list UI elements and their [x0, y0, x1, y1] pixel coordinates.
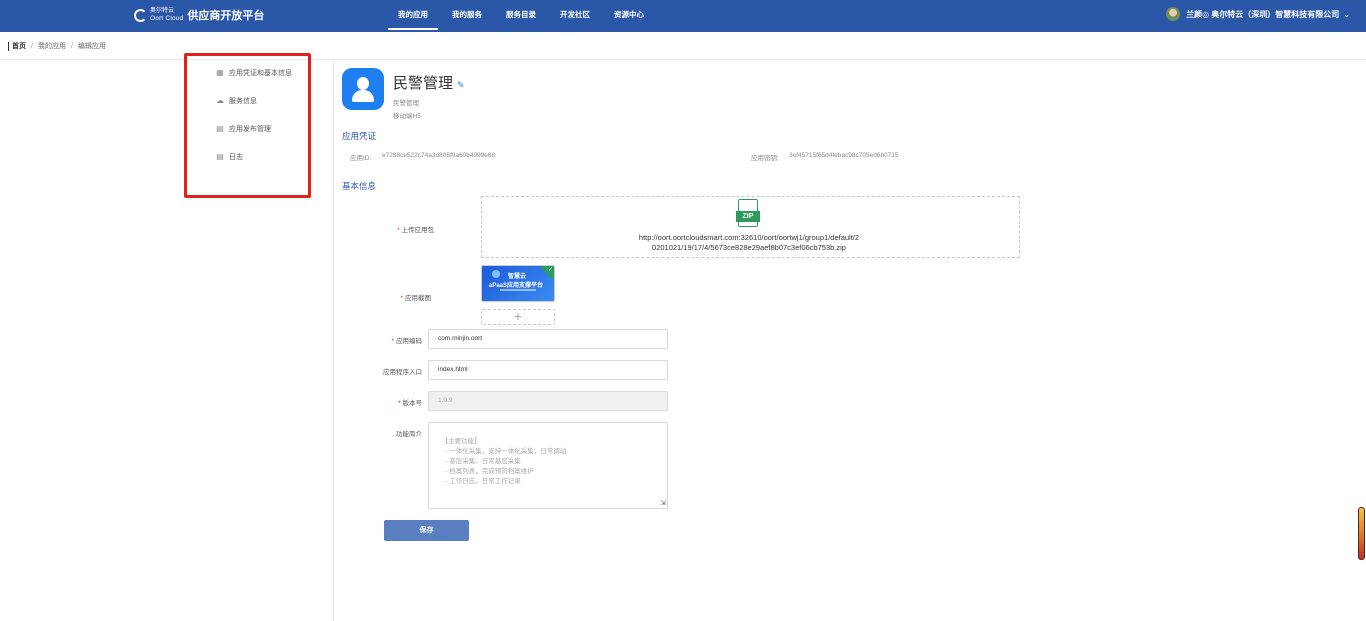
platform-title: 供应商开放平台: [187, 10, 265, 22]
app-secret-value: 3ef45715f65d4febac98c705ed6b0715: [789, 152, 899, 159]
breadcrumb-my-apps[interactable]: 我的应用: [38, 41, 66, 51]
nav-resource-center[interactable]: 资源中心: [604, 0, 654, 32]
version-label: * 版本号: [397, 400, 422, 407]
zip-label: ZIP: [736, 211, 760, 222]
package-url: http://oort.oortcloudsmart.com:32610/oor…: [638, 233, 860, 252]
intro-label: 功能简介: [396, 431, 422, 438]
breadcrumb-edit-app: 编辑应用: [77, 43, 106, 50]
code-label: * 应用编码: [391, 338, 422, 345]
screenshot-thumbnail[interactable]: 智慧云 aPaaS应用支撑平台 ✓: [481, 265, 555, 302]
zip-file-icon: ZIP: [736, 199, 760, 227]
main-nav: 我的应用 我的服务 服务目录 开发社区 资源中心: [388, 0, 658, 32]
edit-icon[interactable]: ✎: [457, 80, 465, 91]
app-name: 民警管理: [393, 75, 454, 92]
intro-textarea[interactable]: 【主要功能】 - 一体化采集，支持一体化采集，日常调动 - 基层采集，日常基层采…: [428, 422, 668, 509]
version-input: 1.0.9: [428, 391, 668, 411]
entry-label: 应用程序入口: [383, 369, 422, 376]
save-button[interactable]: 保存: [384, 520, 469, 541]
screenshot-title: 智慧云: [508, 274, 527, 280]
top-header: 奥尔特云 Oort Cloud 供应商开放平台 我的应用 我的服务 服务目录 开…: [0, 0, 1366, 32]
logo-cn-text: 奥尔特云: [150, 8, 175, 14]
section-title-basic: 基本信息: [342, 181, 377, 191]
nav-my-apps[interactable]: 我的应用: [388, 0, 438, 32]
user-menu[interactable]: 兰颜◎ 奥尔特云（深圳）智慧科技有限公司 ⌄: [1166, 7, 1350, 21]
section-title-credentials: 应用凭证: [342, 131, 377, 141]
screenshot-label: * 应用截图: [400, 295, 431, 302]
avatar: [1166, 7, 1181, 21]
nav-dev-community[interactable]: 开发社区: [550, 0, 600, 32]
check-icon: ✓: [547, 267, 553, 273]
side-widget[interactable]: [1358, 507, 1365, 560]
app-code-input[interactable]: com.minjin.oort: [428, 329, 668, 349]
entry-input[interactable]: index.html: [428, 360, 668, 380]
logo[interactable]: 奥尔特云 Oort Cloud 供应商开放平台: [134, 6, 264, 24]
chevron-down-icon: ⌄: [1343, 9, 1350, 19]
app-secret-label: 应用密钥:: [751, 155, 779, 162]
package-label: * 上传应用包: [396, 227, 434, 234]
package-upload[interactable]: ZIP http://oort.oortcloudsmart.com:32610…: [481, 196, 1020, 258]
breadcrumb-home[interactable]: 首页: [12, 41, 26, 51]
logo-mark-icon: [134, 8, 147, 22]
nav-my-services[interactable]: 我的服务: [442, 0, 492, 32]
screenshot-subtitle: aPaaS应用支撑平台: [489, 283, 544, 289]
resize-handle-icon[interactable]: ⇲: [660, 500, 666, 507]
app-type: 移动端H5: [393, 113, 421, 120]
logo-en-text: Oort Cloud: [150, 15, 184, 22]
app-icon: [342, 68, 384, 110]
intro-text: 【主要功能】 - 一体化采集，支持一体化采集，日常调动 - 基层采集，日常基层采…: [441, 438, 567, 485]
app-name-row: 民警管理 ✎: [393, 72, 465, 93]
app-id-value: e7288ce522c74a3d806f0a60b4999e68: [382, 152, 496, 159]
nav-service-catalog[interactable]: 服务目录: [496, 0, 546, 32]
app-subtitle: 民警管理: [393, 100, 419, 107]
breadcrumb: 首页 / 我的应用 / 编辑应用: [8, 41, 106, 51]
user-name: 兰颜◎ 奥尔特云（深圳）智慧科技有限公司: [1186, 9, 1340, 19]
divider: [333, 60, 334, 621]
app-id-label: 应用ID:: [350, 155, 372, 162]
highlight-box: [184, 53, 311, 198]
add-screenshot-button[interactable]: +: [481, 309, 555, 325]
